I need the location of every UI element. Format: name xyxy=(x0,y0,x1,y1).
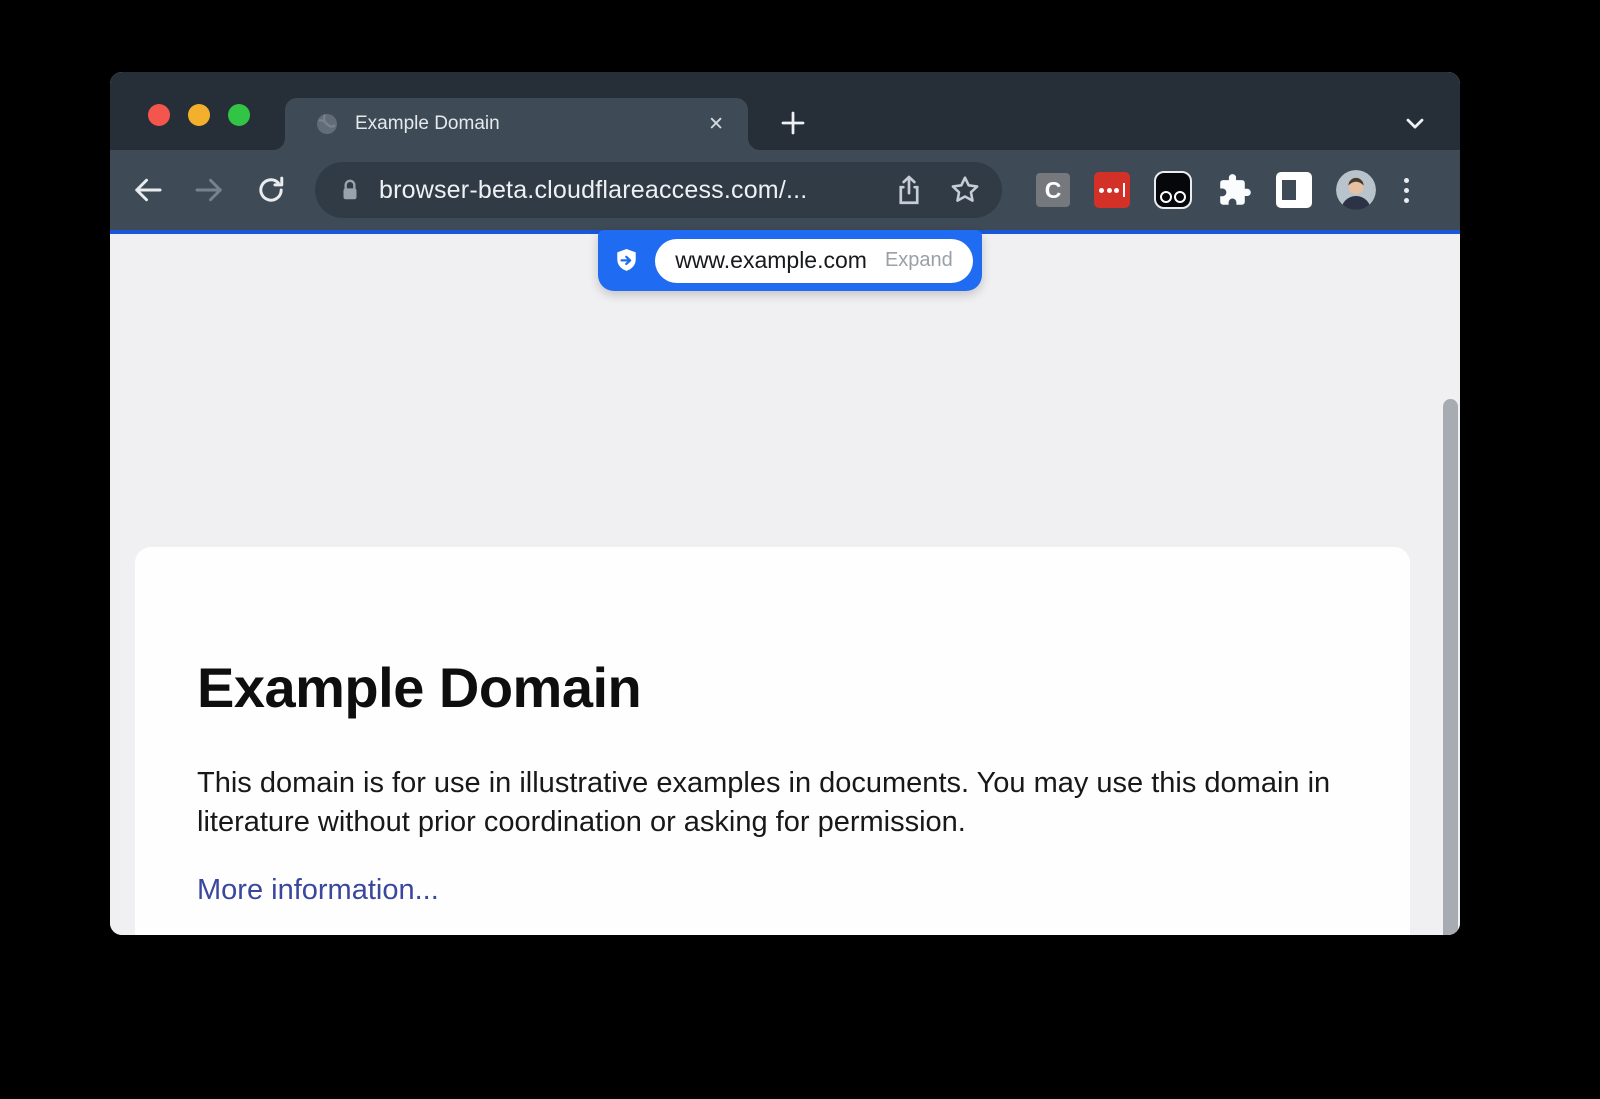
tab-search-button[interactable] xyxy=(1398,106,1432,140)
minimize-window-button[interactable] xyxy=(188,104,210,126)
page-viewport: www.example.com Expand Example Domain Th… xyxy=(110,234,1460,935)
browser-window: Example Domain ✕ xyxy=(110,72,1460,935)
tab-close-icon[interactable]: ✕ xyxy=(702,111,730,138)
window-controls xyxy=(148,104,250,126)
browser-menu-kebab-icon[interactable] xyxy=(1400,178,1413,203)
isolated-domain-pill[interactable]: www.example.com Expand xyxy=(655,239,973,283)
content-card: Example Domain This domain is for use in… xyxy=(135,547,1410,935)
expand-button[interactable]: Expand xyxy=(885,249,953,272)
close-window-button[interactable] xyxy=(148,104,170,126)
isolated-domain-text: www.example.com xyxy=(675,247,867,274)
tab-left-flare xyxy=(273,138,285,150)
back-arrow-icon xyxy=(130,172,166,208)
profile-avatar[interactable] xyxy=(1336,170,1376,210)
tab-strip: Example Domain ✕ xyxy=(110,72,1460,150)
side-panel-icon[interactable] xyxy=(1276,172,1312,208)
url-text[interactable]: browser-beta.cloudflareaccess.com/... xyxy=(379,176,870,205)
more-information-link[interactable]: More information... xyxy=(197,874,439,907)
reload-button[interactable] xyxy=(249,168,293,212)
extensions-puzzle-icon[interactable] xyxy=(1216,172,1252,208)
forward-button[interactable] xyxy=(187,168,231,212)
lock-icon[interactable] xyxy=(337,177,363,203)
tab-example-domain[interactable]: Example Domain ✕ xyxy=(285,98,748,150)
chevron-down-icon xyxy=(1401,109,1429,137)
globe-favicon-icon xyxy=(315,112,339,136)
shield-arrow-icon xyxy=(613,247,640,274)
back-button[interactable] xyxy=(126,168,170,212)
tab-title: Example Domain xyxy=(355,113,702,135)
forward-arrow-icon xyxy=(191,172,227,208)
lastpass-extension-icon[interactable] xyxy=(1094,172,1130,208)
vertical-scrollbar-thumb[interactable] xyxy=(1443,399,1458,935)
double-circle-extension-icon[interactable] xyxy=(1154,171,1192,209)
reload-icon xyxy=(254,173,288,207)
extension-c-icon[interactable]: C xyxy=(1036,173,1070,207)
plus-icon xyxy=(778,108,808,138)
isolation-banner[interactable]: www.example.com Expand xyxy=(598,230,982,291)
bookmark-star-icon[interactable] xyxy=(948,173,982,207)
share-button[interactable] xyxy=(892,173,926,207)
address-bar[interactable]: browser-beta.cloudflareaccess.com/... xyxy=(315,162,1002,218)
browser-toolbar: browser-beta.cloudflareaccess.com/... C xyxy=(110,150,1460,230)
new-tab-button[interactable] xyxy=(774,104,812,142)
page-heading: Example Domain xyxy=(197,655,1410,720)
page-body-text: This domain is for use in illustrative e… xyxy=(197,764,1347,842)
tab-right-flare xyxy=(748,138,760,150)
extensions-row: C xyxy=(1036,170,1413,210)
maximize-window-button[interactable] xyxy=(228,104,250,126)
